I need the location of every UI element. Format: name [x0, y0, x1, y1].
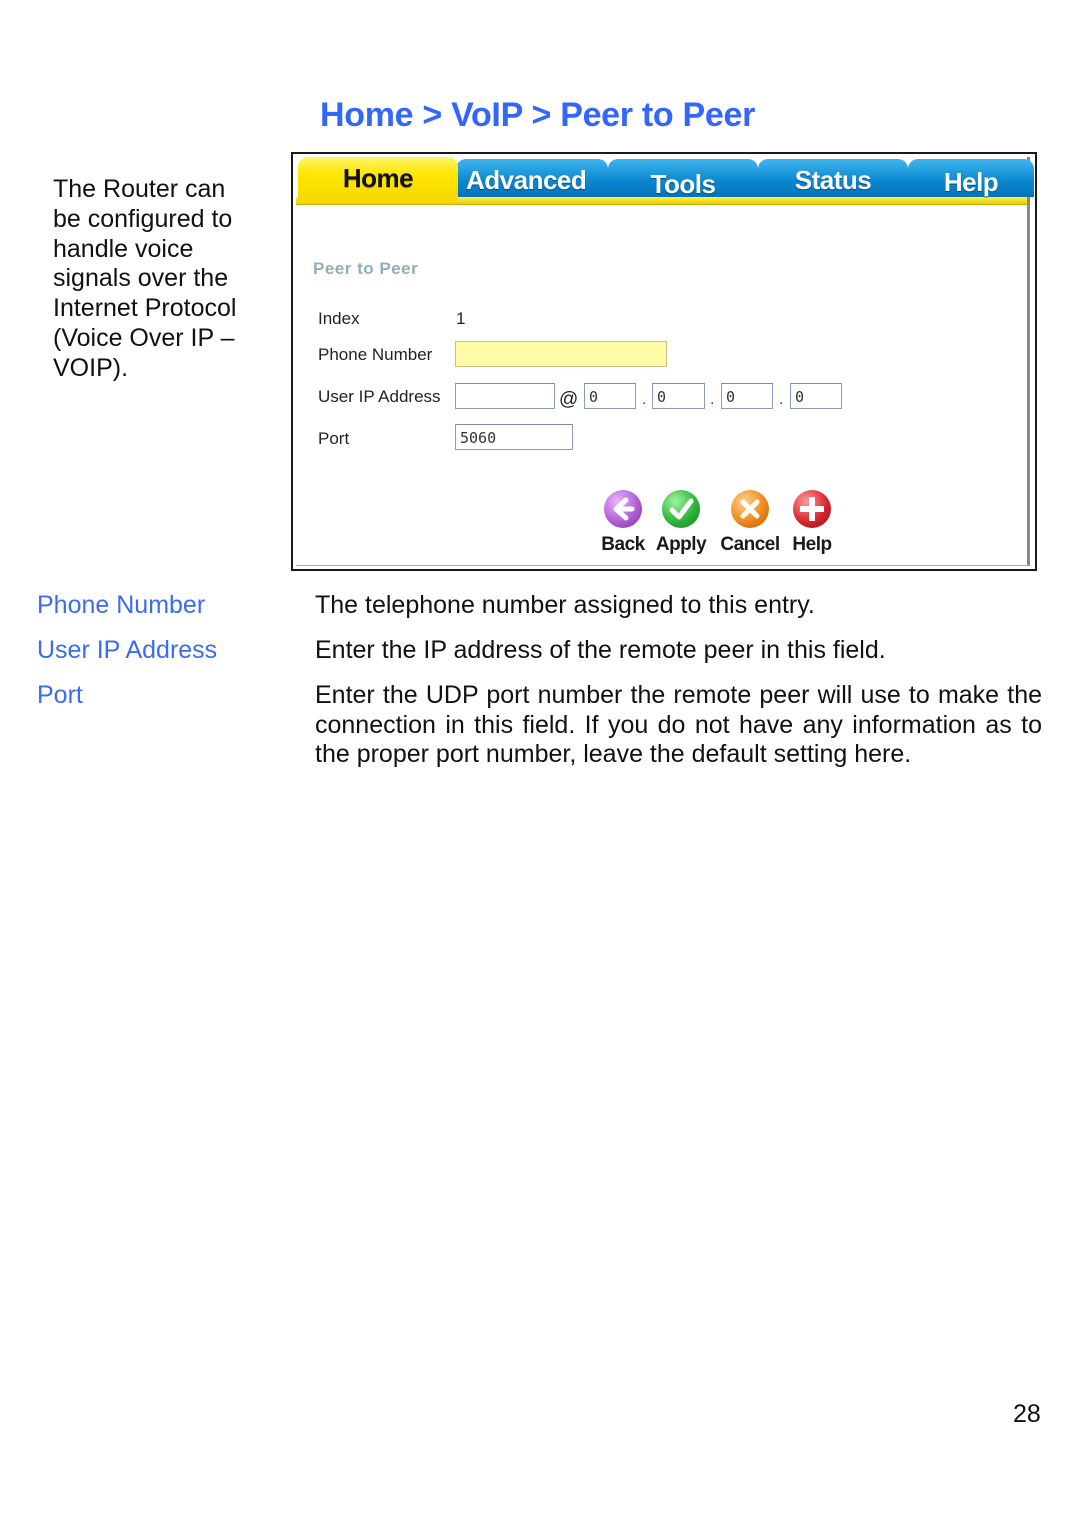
cancel-label: Cancel [720, 534, 780, 555]
definition-term-phone-number: Phone Number [37, 591, 206, 619]
phone-number-label: Phone Number [318, 345, 433, 364]
user-ip-address-label: User IP Address [318, 387, 441, 406]
ip-octet-1-input[interactable]: 0 [584, 383, 636, 409]
port-label: Port [318, 429, 350, 448]
apply-label: Apply [655, 534, 707, 555]
definition-description: The telephone number assigned to this en… [315, 591, 815, 619]
user-name-input[interactable] [455, 383, 555, 409]
page-number: 28 [1013, 1400, 1041, 1428]
help-button[interactable]: Help [782, 490, 842, 556]
index-value: 1 [456, 309, 466, 328]
back-label: Back [601, 534, 645, 555]
x-cross-icon [731, 490, 769, 528]
tab-bar: Home Advanced Tools Status Help [296, 157, 1034, 205]
back-arrow-icon [604, 490, 642, 528]
tab-status[interactable]: Status [758, 159, 908, 197]
ip-separator: . [710, 391, 715, 408]
port-input[interactable]: 5060 [455, 424, 573, 450]
tab-advanced[interactable]: Advanced [456, 159, 608, 197]
intro-line: handle voice [53, 234, 194, 263]
intro-line: VOIP). [53, 353, 129, 382]
plus-cross-icon [793, 490, 831, 528]
ip-separator: . [642, 391, 647, 408]
back-button[interactable]: Back [593, 490, 653, 556]
intro-line: Internet Protocol [53, 294, 237, 323]
definition-description: Enter the UDP port number the remote pee… [315, 681, 1042, 768]
help-label: Help [792, 534, 832, 555]
intro-line: (Voice Over IP – [53, 323, 235, 352]
tab-help[interactable]: Help [908, 159, 1034, 197]
intro-line: be configured to [53, 204, 233, 233]
apply-button[interactable]: Apply [651, 490, 711, 556]
panel-title: Peer to Peer [313, 259, 419, 278]
router-ui-frame: Home Advanced Tools Status Help Peer to … [296, 157, 1034, 566]
ip-octet-3-input[interactable]: 0 [721, 383, 773, 409]
phone-number-input[interactable] [455, 341, 667, 367]
ip-octet-4-input[interactable]: 0 [790, 383, 842, 409]
intro-line: signals over the [53, 264, 229, 293]
cancel-button[interactable]: Cancel [720, 490, 780, 556]
definition-term-port: Port [37, 681, 83, 709]
tab-tools[interactable]: Tools [608, 159, 758, 199]
router-ui-screenshot: Home Advanced Tools Status Help Peer to … [291, 152, 1037, 571]
ip-separator: . [779, 391, 784, 408]
intro-line: The Router can [53, 175, 226, 203]
tab-home[interactable]: Home [298, 157, 458, 201]
page-breadcrumb-title: Home > VoIP > Peer to Peer [320, 96, 756, 134]
at-symbol: @ [559, 389, 579, 410]
definition-term-user-ip-address: User IP Address [37, 636, 218, 664]
ip-octet-2-input[interactable]: 0 [652, 383, 705, 409]
index-label: Index [318, 309, 360, 328]
checkmark-icon [662, 490, 700, 528]
definition-description: Enter the IP address of the remote peer … [315, 636, 886, 664]
intro-paragraph: The Router can be configured to handle v… [53, 175, 253, 384]
